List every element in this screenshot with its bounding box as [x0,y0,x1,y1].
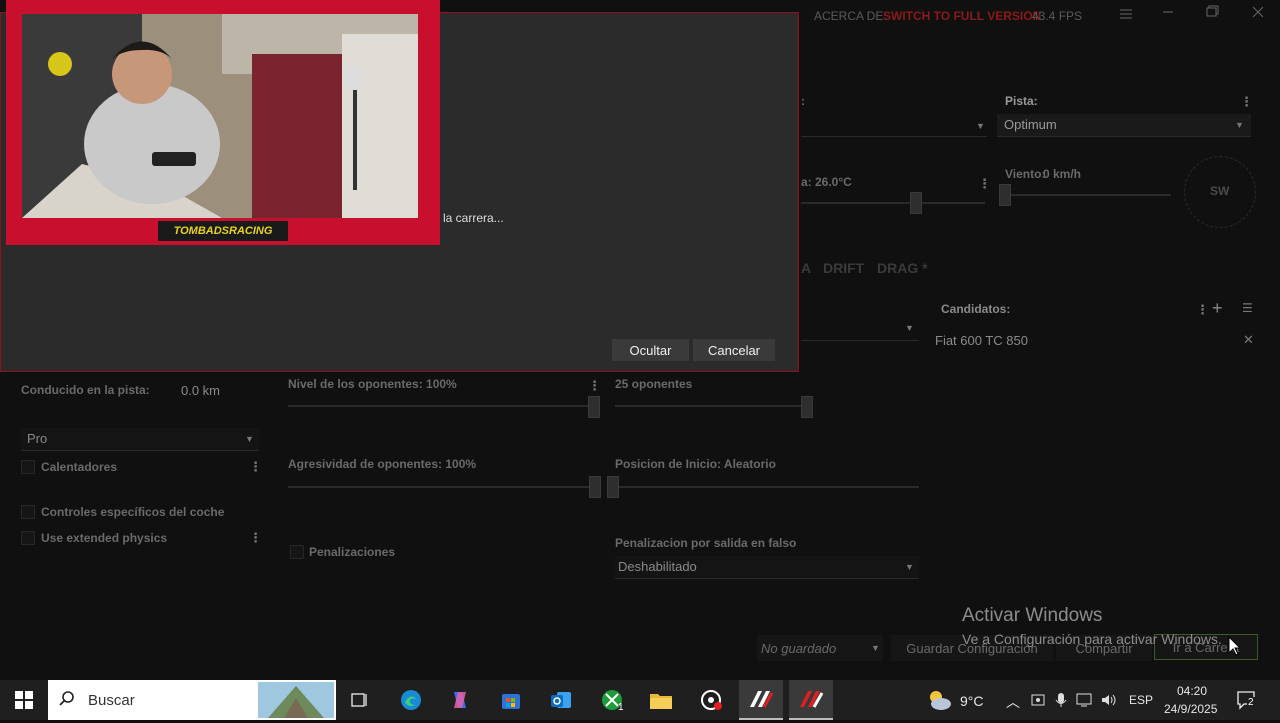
add-candidate-icon[interactable]: + [1212,298,1223,319]
edge-icon[interactable] [389,680,433,720]
start-position-slider[interactable] [607,476,619,498]
webcam-feed [22,14,418,218]
candidates-options-icon[interactable]: ⋮ [1196,302,1209,318]
clock-time[interactable]: 04:20 [1177,684,1207,698]
notification-count: 2 [1247,697,1255,708]
xbox-badge: 1 [618,702,624,713]
content-manager-icon[interactable] [789,680,833,720]
car-select[interactable] [801,114,987,137]
search-highlight-image [258,682,334,718]
minimize-icon[interactable] [1158,2,1178,22]
car-controls-checkbox[interactable] [21,505,35,519]
fps-counter: 43.4 FPS [1032,9,1083,23]
about-menu[interactable]: ACERCA DE [814,9,883,23]
temperature-slider[interactable] [910,192,922,214]
meet-now-icon[interactable] [1030,692,1046,713]
opponents-level-label: Nivel de los oponentes: 100% [288,377,457,391]
opponents-count-label: 25 oponentes [615,377,693,391]
driven-distance-value: 0.0 km [181,383,221,398]
outlook-icon[interactable] [539,680,583,720]
weather-temperature[interactable]: 9°C [960,693,984,709]
list-icon[interactable]: ☰ [1242,301,1253,315]
menu-icon[interactable] [1116,4,1136,24]
close-icon[interactable] [1248,2,1268,22]
track-label: Pista: [1005,94,1038,108]
start-button[interactable] [2,680,46,720]
task-view-icon[interactable] [338,680,382,720]
warmers-checkbox[interactable] [21,460,35,474]
microphone-icon[interactable] [1054,692,1068,713]
store-icon[interactable] [489,680,533,720]
hide-button[interactable]: Ocultar [612,339,689,361]
driven-distance-label: Conducido en la pista: [21,383,150,397]
opponents-count-slider[interactable] [801,396,813,418]
aggression-slider[interactable] [589,476,601,498]
notification-center-icon[interactable]: 2 [1236,690,1258,715]
mode-tab-drift[interactable]: DRIFT [823,260,864,276]
penalties-checkbox[interactable] [290,545,304,559]
extended-physics-checkbox[interactable] [21,531,35,545]
aggression-label: Agresividad de oponentes: 100% [288,457,477,471]
difficulty-select[interactable] [21,428,259,451]
copilot-icon[interactable] [438,680,482,720]
network-icon[interactable] [1076,692,1094,713]
webcam-overlay: TOMBADSRACING [6,0,440,245]
language-indicator[interactable]: ESP [1129,693,1153,707]
temperature-label: a: 26.0°C [801,175,852,189]
show-hidden-icons-chevron[interactable]: ︿ [1006,692,1020,712]
assetto-corsa-icon[interactable] [739,680,783,720]
dialog-message: la carrera... [443,211,504,225]
file-explorer-icon[interactable] [639,680,683,720]
streamer-nameplate: TOMBADSRACING [158,221,288,241]
track-options-icon[interactable]: ⋮ [1240,94,1253,110]
start-position-label: Posicion de Inicio: Aleatorio [615,457,776,471]
clock-date[interactable]: 24/9/2025 [1164,702,1217,716]
volume-icon[interactable] [1100,692,1118,713]
remove-candidate-icon[interactable]: ✕ [1243,332,1254,348]
activation-watermark-subtitle: Ve a Configuración para activar Windows. [962,631,1222,647]
preset-select[interactable]: No guardado [757,635,883,661]
taskbar: Buscar 1 9°C ︿ ESP 04:20 24/9/2025 2 [0,680,1280,720]
recording-app-icon[interactable] [689,680,733,720]
candidates-label: Candidatos: [941,302,1011,316]
cancel-button[interactable]: Cancelar [693,339,775,361]
wind-slider[interactable] [999,184,1011,206]
mouse-cursor [1228,635,1242,661]
search-icon [58,690,76,713]
search-box[interactable]: Buscar [48,680,336,720]
switch-full-version-link[interactable]: SWITCH TO FULL VERSION [883,9,1041,23]
activation-watermark-title: Activar Windows [962,605,1103,626]
mode-tab-partial[interactable]: A [801,260,811,276]
weather-icon[interactable] [926,688,952,717]
false-start-label: Penalizacion por salida en falso [615,536,797,550]
mode-select[interactable] [801,318,919,341]
restore-icon[interactable] [1202,2,1222,22]
candidate-car-item[interactable]: Fiat 600 TC 850 [935,333,1028,348]
mode-tab-drag[interactable]: DRAG * [877,260,928,276]
xbox-icon[interactable]: 1 [590,680,634,720]
wind-label: Viento: [1005,167,1046,181]
opponents-level-slider[interactable] [588,396,600,418]
